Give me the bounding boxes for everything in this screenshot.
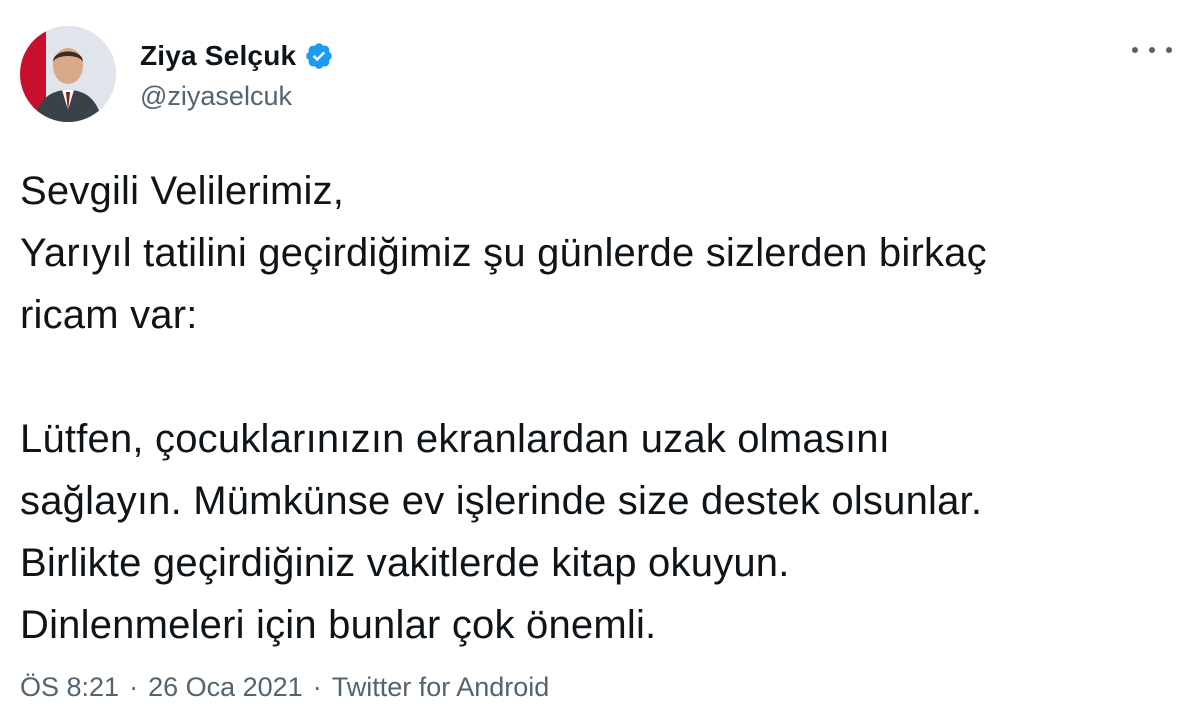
tweet-text: Sevgili Velilerimiz, Yarıyıl tatilini ge… bbox=[20, 160, 1180, 656]
tweet-line: Yarıyıl tatilini geçirdiğimiz şu günlerd… bbox=[20, 231, 987, 275]
more-dot bbox=[1166, 47, 1172, 53]
tweet-line: Dinlenmeleri için bunlar çok önemli. bbox=[20, 603, 657, 647]
tweet-line: Lütfen, çocuklarınızın ekranlardan uzak … bbox=[20, 417, 891, 461]
tweet-source[interactable]: Twitter for Android bbox=[332, 672, 550, 702]
tweet-line: Birlikte geçirdiğiniz vakitlerde kitap o… bbox=[20, 541, 790, 585]
tweet-meta: ÖS 8:21 · 26 Oca 2021 · Twitter for Android bbox=[20, 672, 549, 703]
tweet-time[interactable]: ÖS 8:21 bbox=[20, 672, 119, 702]
avatar[interactable] bbox=[20, 26, 116, 122]
tweet-card: Ziya Selçuk @ziyaselcuk Sevgili Velileri… bbox=[0, 0, 1200, 722]
more-horizontal-icon[interactable] bbox=[1132, 36, 1172, 64]
author-names: Ziya Selçuk @ziyaselcuk bbox=[140, 37, 334, 112]
meta-separator: · bbox=[129, 672, 139, 702]
avatar-image bbox=[20, 26, 116, 122]
more-dot bbox=[1132, 47, 1138, 53]
verified-badge-icon bbox=[304, 41, 334, 71]
more-dot bbox=[1149, 47, 1155, 53]
tweet-header: Ziya Selçuk @ziyaselcuk bbox=[20, 26, 334, 122]
display-name[interactable]: Ziya Selçuk bbox=[140, 40, 296, 72]
tweet-line: ricam var: bbox=[20, 293, 198, 337]
display-name-row: Ziya Selçuk bbox=[140, 37, 334, 75]
tweet-date[interactable]: 26 Oca 2021 bbox=[148, 672, 303, 702]
author-handle[interactable]: @ziyaselcuk bbox=[140, 81, 334, 112]
meta-separator: · bbox=[312, 672, 322, 702]
tweet-line: sağlayın. Mümkünse ev işlerinde size des… bbox=[20, 479, 983, 523]
tweet-line: Sevgili Velilerimiz, bbox=[20, 169, 345, 213]
